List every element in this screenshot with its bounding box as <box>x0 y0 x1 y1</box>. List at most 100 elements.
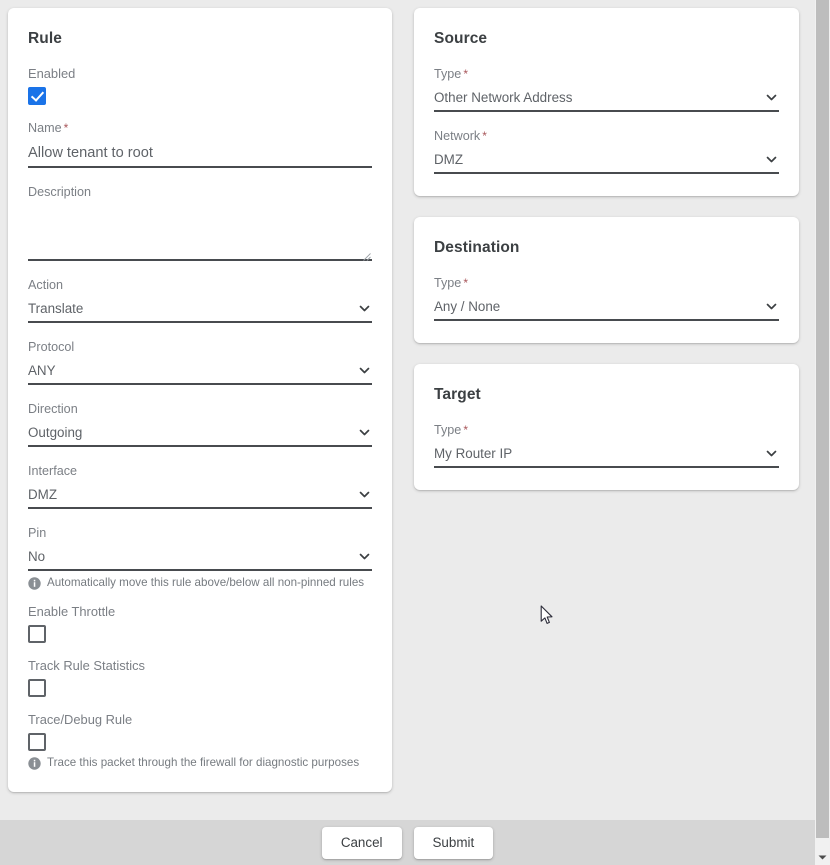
source-network-label-text: Network <box>434 129 481 143</box>
source-type-label-text: Type <box>434 67 462 81</box>
description-textarea[interactable] <box>28 205 372 261</box>
enabled-label: Enabled <box>28 66 76 81</box>
trace-hint: Trace this packet through the firewall f… <box>28 756 372 770</box>
chevron-down-icon[interactable] <box>765 91 778 104</box>
destination-type-field: Type * Any / None <box>434 275 779 321</box>
interface-label: Interface <box>28 464 78 478</box>
required-asterisk-icon: * <box>482 129 487 143</box>
track-rule-statistics-field: Track Rule Statistics <box>28 658 372 697</box>
direction-select-value: Outgoing <box>28 425 83 440</box>
target-card-title: Target <box>434 386 481 403</box>
source-type-select[interactable]: Other Network Address <box>434 87 779 112</box>
info-icon <box>28 577 41 590</box>
name-label: Name * <box>28 120 372 136</box>
required-asterisk-icon: * <box>63 121 69 135</box>
pin-label: Pin <box>28 526 47 540</box>
source-type-select-value: Other Network Address <box>434 90 573 105</box>
trace-debug-rule-label: Trace/Debug Rule <box>28 712 133 727</box>
target-card: Target Type * My Router IP <box>414 364 799 490</box>
destination-type-select[interactable]: Any / None <box>434 296 779 321</box>
destination-card-title: Destination <box>434 239 520 256</box>
action-field: Action Translate <box>28 277 372 323</box>
right-column: Source Type * Other Network Address Netwo… <box>414 8 799 490</box>
action-label: Action <box>28 278 64 292</box>
trace-debug-rule-field: Trace/Debug Rule <box>28 712 372 751</box>
chevron-down-icon[interactable] <box>358 364 371 377</box>
chevron-down-icon[interactable] <box>765 153 778 166</box>
source-network-field: Network * DMZ <box>434 128 779 174</box>
source-type-field: Type * Other Network Address <box>434 66 779 112</box>
trace-debug-rule-checkbox[interactable] <box>28 733 46 751</box>
track-rule-statistics-checkbox[interactable] <box>28 679 46 697</box>
direction-field: Direction Outgoing <box>28 401 372 447</box>
destination-type-label: Type * <box>434 275 779 291</box>
chevron-down-icon[interactable] <box>358 488 371 501</box>
form-action-bar: Cancel Submit <box>0 820 815 865</box>
form-columns: Rule Enabled Name* Allow tenant to root <box>0 0 815 800</box>
name-field: Name * Allow tenant to root <box>28 120 372 168</box>
source-type-label: Type * <box>434 66 779 82</box>
direction-label: Direction <box>28 402 78 416</box>
chevron-down-icon[interactable] <box>765 300 778 313</box>
track-rule-statistics-label: Track Rule Statistics <box>28 658 145 673</box>
trace-hint-text: Trace this packet through the firewall f… <box>47 756 360 769</box>
interface-select[interactable]: DMZ <box>28 484 372 509</box>
interface-field: Interface DMZ <box>28 463 372 509</box>
rule-card-title: Rule <box>28 30 62 47</box>
submit-button[interactable]: Submit <box>413 826 494 859</box>
pin-hint: Automatically move this rule above/below… <box>28 576 372 590</box>
left-column: Rule Enabled Name* Allow tenant to root <box>8 8 392 792</box>
chevron-down-icon[interactable] <box>358 550 371 563</box>
scrollbar-thumb[interactable] <box>816 0 829 838</box>
enabled-checkbox[interactable] <box>28 87 46 105</box>
info-icon <box>28 757 41 770</box>
protocol-select[interactable]: ANY <box>28 360 372 385</box>
action-select[interactable]: Translate <box>28 298 372 323</box>
required-asterisk-icon: * <box>463 276 468 290</box>
destination-type-label-text: Type <box>434 276 462 290</box>
enabled-field: Enabled <box>28 66 372 105</box>
target-type-select-value: My Router IP <box>434 446 513 461</box>
source-card: Source Type * Other Network Address Netwo… <box>414 8 799 196</box>
target-type-select[interactable]: My Router IP <box>434 443 779 468</box>
source-network-select[interactable]: DMZ <box>434 149 779 174</box>
pin-select-value: No <box>28 549 46 564</box>
name-input-value: Allow tenant to root <box>28 145 153 161</box>
chevron-down-icon[interactable] <box>765 447 778 460</box>
vertical-scrollbar[interactable] <box>815 0 830 865</box>
name-label-text: Name <box>28 121 62 135</box>
protocol-label: Protocol <box>28 340 75 354</box>
rule-card: Rule Enabled Name* Allow tenant to root <box>8 8 392 792</box>
enable-throttle-field: Enable Throttle <box>28 604 372 643</box>
protocol-field: Protocol ANY <box>28 339 372 385</box>
target-type-label: Type * <box>434 422 779 438</box>
target-type-label-text: Type <box>434 423 462 437</box>
interface-select-value: DMZ <box>28 487 58 502</box>
pin-select[interactable]: No <box>28 546 372 571</box>
protocol-select-value: ANY <box>28 363 56 378</box>
rule-editor-page: Rule Enabled Name* Allow tenant to root <box>0 0 830 865</box>
chevron-down-icon[interactable] <box>358 426 371 439</box>
destination-card: Destination Type * Any / None <box>414 217 799 343</box>
source-network-select-value: DMZ <box>434 152 464 167</box>
destination-type-select-value: Any / None <box>434 299 501 314</box>
chevron-down-icon[interactable] <box>358 302 371 315</box>
enable-throttle-label: Enable Throttle <box>28 604 116 619</box>
resize-grip-icon[interactable] <box>362 248 371 261</box>
scroll-down-arrow-icon[interactable] <box>815 849 830 865</box>
name-input[interactable]: Allow tenant to root <box>28 141 372 168</box>
direction-select[interactable]: Outgoing <box>28 422 372 447</box>
description-label: Description <box>28 185 91 199</box>
description-field: Description <box>28 184 372 261</box>
pin-hint-text: Automatically move this rule above/below… <box>47 576 365 589</box>
required-asterisk-icon: * <box>463 67 468 81</box>
enable-throttle-checkbox[interactable] <box>28 625 46 643</box>
cancel-button[interactable]: Cancel <box>321 826 402 859</box>
target-type-field: Type * My Router IP <box>434 422 779 468</box>
action-select-value: Translate <box>28 301 84 316</box>
source-network-label: Network * <box>434 128 779 144</box>
source-card-title: Source <box>434 30 488 47</box>
form-scroll-area[interactable]: Rule Enabled Name* Allow tenant to root <box>0 0 815 820</box>
required-asterisk-icon: * <box>463 423 468 437</box>
pin-field: Pin No <box>28 525 372 571</box>
